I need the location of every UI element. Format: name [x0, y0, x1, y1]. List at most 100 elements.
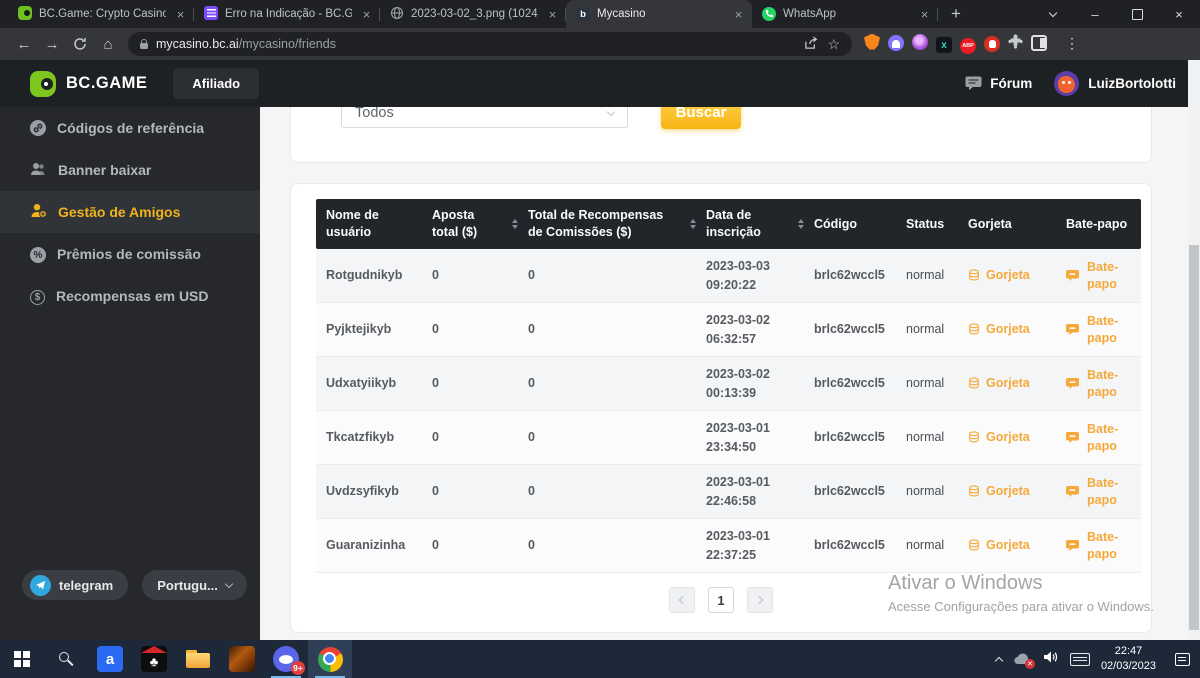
clock-time: 22:47 [1101, 644, 1156, 659]
chat-inner: Bate-papo [1066, 259, 1141, 293]
taskbar-forge-button[interactable] [220, 640, 264, 678]
minimize-button[interactable]: – [1074, 0, 1116, 28]
taskbar-chrome-button[interactable] [308, 640, 352, 678]
reload-icon[interactable] [66, 30, 94, 58]
taskbar-start-button[interactable] [0, 640, 44, 678]
notification-badge: 9+ [291, 661, 305, 675]
scrollbar-track[interactable] [1188, 60, 1200, 640]
tip-link[interactable]: Gorjeta [958, 536, 1056, 555]
tab-close-icon[interactable]: × [917, 7, 932, 22]
sidebar-item-dollar[interactable]: $Recompensas em USD [0, 275, 260, 317]
pagination-current-page[interactable]: 1 [708, 587, 734, 613]
browser-tab[interactable]: WhatsApp× [752, 0, 938, 28]
forum-link[interactable]: Fórum [965, 76, 1032, 91]
filter-select[interactable]: Todos [341, 107, 628, 128]
telegram-button[interactable]: telegram [22, 570, 128, 600]
windows-activation-watermark: Ativar o Windows Acesse Configurações pa… [888, 572, 1154, 614]
split-screen-icon[interactable] [1031, 35, 1047, 53]
swirl-icon[interactable] [912, 34, 928, 55]
taskbar-explorer-button[interactable] [176, 640, 220, 678]
pagination-next-button[interactable] [747, 587, 773, 613]
chat-link[interactable]: Bate-papo [1056, 529, 1141, 563]
taskbar-amd-button[interactable]: a [88, 640, 132, 678]
teal-x-icon[interactable]: x [936, 35, 952, 54]
volume-icon[interactable] [1043, 650, 1059, 669]
menu-dots-icon[interactable]: ⋮ [1063, 35, 1081, 53]
taskbar-discord-button[interactable]: 9+ [264, 640, 308, 678]
signup-time: 09:20:22 [706, 276, 804, 295]
language-selector[interactable]: Portugu... [142, 570, 247, 600]
cell-username: Tkcatzfikyb [316, 428, 422, 447]
column-header: Bate-papo [1056, 216, 1141, 233]
username[interactable]: LuizBortolotti [1088, 76, 1176, 91]
chat-link[interactable]: Bate-papo [1056, 367, 1141, 401]
signup-date: 2023-03-02 [706, 365, 804, 384]
column-header: Aposta total ($) [422, 207, 518, 241]
metamask-icon[interactable] [864, 34, 880, 55]
cell-username: Rotgudnikyb [316, 266, 422, 285]
taskbar-clock[interactable]: 22:47 02/03/2023 [1101, 644, 1156, 675]
hand-blocker-icon[interactable] [984, 35, 1000, 53]
site-header: BC.GAME Afiliado Fórum LuizBortolotti [0, 60, 1200, 107]
tab-close-icon[interactable]: × [173, 7, 188, 22]
tip-link[interactable]: Gorjeta [958, 320, 1056, 339]
bookmark-star-icon[interactable]: ☆ [827, 36, 840, 53]
cell-bet-total: 0 [422, 536, 518, 555]
browser-tab[interactable]: 2023-03-02_3.png (1024×76× [380, 0, 566, 28]
phantom-icon[interactable] [888, 35, 904, 53]
signup-time: 22:37:25 [706, 546, 804, 565]
chat-link[interactable]: Bate-papo [1056, 475, 1141, 509]
share-icon[interactable] [804, 36, 819, 53]
chat-link[interactable]: Bate-papo [1056, 421, 1141, 455]
browser-tab[interactable]: Erro na Indicação - BC.Game× [194, 0, 380, 28]
tab-title: Mycasino [597, 8, 724, 20]
adblock-icon[interactable]: ABP [960, 34, 976, 54]
table-row: Pyjktejikyb002023-03-0206:32:57brlc62wcc… [316, 303, 1141, 357]
maximize-button[interactable] [1116, 0, 1158, 28]
affiliate-badge[interactable]: Afiliado [173, 68, 259, 99]
pagination-prev-button[interactable] [669, 587, 695, 613]
tip-link[interactable]: Gorjeta [958, 482, 1056, 501]
new-tab-button[interactable]: + [942, 0, 970, 28]
network-disconnected-icon[interactable]: ✕ [1013, 652, 1032, 666]
sidebar-item-percent[interactable]: %Prêmios de comissão [0, 233, 260, 275]
chat-link[interactable]: Bate-papo [1056, 313, 1141, 347]
sidebar-item-user-plus[interactable]: Gestão de Amigos [0, 191, 260, 233]
search-button[interactable]: Buscar [661, 107, 741, 129]
tip-link[interactable]: Gorjeta [958, 266, 1056, 285]
tip-link[interactable]: Gorjeta [958, 428, 1056, 447]
tab-close-icon[interactable]: × [359, 7, 374, 22]
action-center-icon[interactable] [1175, 653, 1190, 666]
main-content: Todos Buscar Nome de usuárioAposta total… [260, 107, 1188, 640]
cell-status: normal [896, 482, 958, 501]
cell-code: brlc62wccl5 [804, 266, 896, 285]
tip-link[interactable]: Gorjeta [958, 374, 1056, 393]
browser-tab[interactable]: BC.Game: Crypto Casino Gam× [8, 0, 194, 28]
sidebar-item-users[interactable]: Banner baixar [0, 149, 260, 191]
scrollbar-thumb[interactable] [1189, 245, 1199, 630]
signup-time: 06:32:57 [706, 330, 804, 349]
back-icon[interactable]: ← [10, 30, 38, 58]
tab-search-icon[interactable] [1032, 0, 1074, 28]
browser-tab[interactable]: bMycasino× [566, 0, 752, 28]
forward-icon[interactable]: → [38, 30, 66, 58]
home-icon[interactable]: ⌂ [94, 30, 122, 58]
lock-icon [140, 43, 148, 49]
taskbar-search-button[interactable] [44, 640, 88, 678]
tab-close-icon[interactable]: × [545, 7, 560, 22]
user-avatar[interactable] [1054, 71, 1079, 96]
cell-status: normal [896, 320, 958, 339]
close-window-button[interactable]: × [1158, 0, 1200, 28]
touch-keyboard-icon[interactable] [1070, 653, 1090, 666]
tray-expand-icon[interactable] [995, 656, 1003, 664]
puzzle-icon[interactable] [1008, 34, 1023, 54]
tab-close-icon[interactable]: × [731, 7, 746, 22]
url-bar[interactable]: mycasino.bc.ai/mycasino/friends ☆ [128, 32, 852, 56]
chat-link[interactable]: Bate-papo [1056, 259, 1141, 293]
column-header: Status [896, 216, 958, 233]
taskbar-casino-button[interactable]: ♣ [132, 640, 176, 678]
sidebar-item-link[interactable]: Códigos de referência [0, 107, 260, 149]
brand[interactable]: BC.GAME [30, 71, 147, 97]
chat-label: Bate-papo [1087, 367, 1129, 401]
cell-commission-total: 0 [518, 428, 696, 447]
